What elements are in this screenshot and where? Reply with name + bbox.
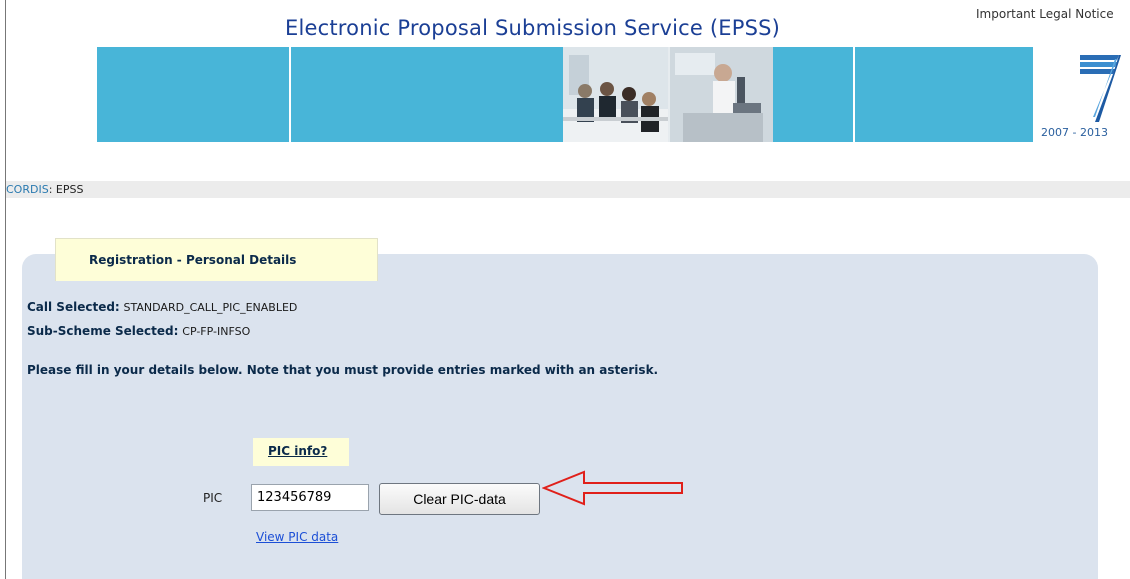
banner-divider <box>289 47 291 142</box>
form-instructions: Please fill in your details below. Note … <box>27 363 659 377</box>
clear-pic-data-button[interactable]: Clear PIC-data <box>379 483 540 515</box>
breadcrumb: CORDIS: EPSS <box>6 183 83 196</box>
view-pic-data-link[interactable]: View PIC data <box>256 530 338 544</box>
page-header-title: Electronic Proposal Submission Service (… <box>285 16 781 40</box>
meeting-and-lab-photo-icon <box>563 47 773 142</box>
subscheme-selected-value: CP-FP-INFSO <box>182 325 251 338</box>
important-legal-notice-link[interactable]: Important Legal Notice <box>976 7 1114 21</box>
breadcrumb-separator: : <box>48 183 53 196</box>
banner-photo <box>563 47 773 142</box>
call-selected-value: STANDARD_CALL_PIC_ENABLED <box>123 301 298 314</box>
banner-divider <box>853 47 855 142</box>
header-banner <box>97 47 1033 142</box>
call-selected-label: Call Selected: <box>27 300 120 314</box>
call-selected-line: Call Selected: STANDARD_CALL_PIC_ENABLED <box>27 300 297 314</box>
subscheme-selected-line: Sub-Scheme Selected: CP-FP-INFSO <box>27 324 250 338</box>
left-border-rule <box>5 0 6 579</box>
subscheme-selected-label: Sub-Scheme Selected: <box>27 324 179 338</box>
breadcrumb-bar <box>6 181 1130 198</box>
pic-info-link[interactable]: PIC info? <box>268 444 327 458</box>
pic-label: PIC <box>203 491 223 505</box>
fp7-logo-years: 2007 - 2013 <box>1041 126 1108 139</box>
breadcrumb-cordis-link[interactable]: CORDIS <box>6 183 49 196</box>
red-arrow-icon <box>541 470 687 509</box>
pic-input[interactable] <box>251 484 369 511</box>
breadcrumb-current: EPSS <box>55 183 84 196</box>
panel-tab-title: Registration - Personal Details <box>89 253 297 267</box>
